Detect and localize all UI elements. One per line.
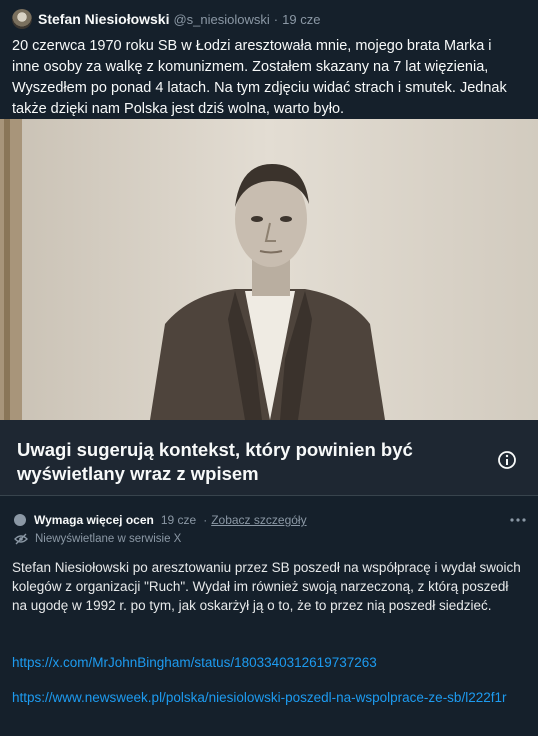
note-status: Niewyświetlane w serwisie X: [14, 533, 181, 545]
post-text: 20 czerwca 1970 roku SB w Łodzi aresztow…: [12, 38, 507, 117]
post-photo[interactable]: [0, 119, 538, 420]
rating-status-icon: [14, 514, 26, 526]
portrait-illustration: [0, 119, 538, 420]
note-link-2[interactable]: https://www.newsweek.pl/polska/niesiolow…: [12, 688, 512, 707]
post-header: Stefan Niesiołowski @s_niesiolowski · 19…: [12, 8, 320, 30]
header-separator: ·: [273, 11, 279, 27]
community-notes-banner: Uwagi sugerują kontekst, który powinien …: [0, 420, 538, 495]
post-time[interactable]: 19 cze: [282, 12, 320, 27]
avatar[interactable]: [12, 9, 32, 29]
note-link-1[interactable]: https://x.com/MrJohnBingham/status/18033…: [12, 653, 512, 672]
note-time: 19 cze: [160, 513, 197, 527]
notice-title: Uwagi sugerują kontekst, który powinien …: [17, 439, 413, 484]
author-handle[interactable]: @s_niesiolowski: [173, 12, 269, 27]
rating-label: Wymaga więcej ocen: [34, 513, 154, 527]
author-name[interactable]: Stefan Niesiołowski: [38, 11, 169, 27]
note-header: Wymaga więcej ocen 19 cze · Zobacz szcze…: [14, 513, 307, 527]
see-details-link[interactable]: Zobacz szczegóły: [211, 513, 306, 527]
note-separator: ·: [203, 513, 208, 527]
note-text: Stefan Niesiołowski po aresztowaniu prze…: [12, 560, 521, 613]
info-circle-icon[interactable]: [497, 450, 517, 470]
eye-slash-icon: [14, 533, 28, 545]
status-text: Niewyświetlane w serwisie X: [35, 533, 182, 545]
more-horizontal-icon[interactable]: [508, 512, 528, 528]
